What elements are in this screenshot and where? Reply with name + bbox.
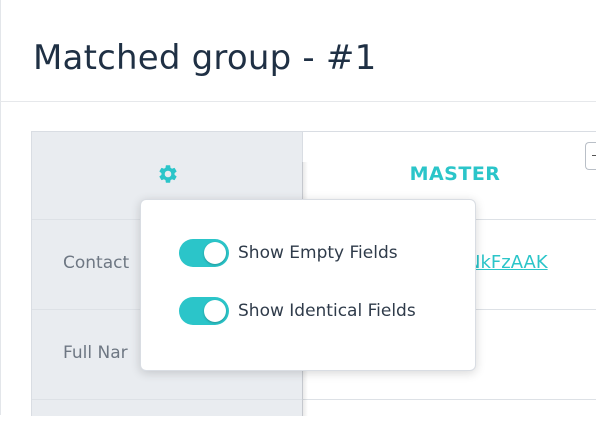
toggle-switch[interactable] <box>179 297 229 325</box>
left-divider <box>0 0 1 415</box>
toggle-label: Show Empty Fields <box>238 243 398 263</box>
show-empty-fields-toggle[interactable]: Show Empty Fields <box>179 238 398 268</box>
master-record-link[interactable]: NkFzAAK <box>467 252 548 273</box>
toggle-knob <box>204 242 226 264</box>
show-identical-fields-toggle[interactable]: Show Identical Fields <box>179 296 416 326</box>
gear-icon <box>157 163 179 189</box>
toggle-knob <box>204 300 226 322</box>
settings-button[interactable] <box>152 163 184 189</box>
master-column-header: MASTER <box>409 163 501 185</box>
minus-icon <box>592 155 596 156</box>
page-title: Matched group - #1 <box>33 38 377 78</box>
toggle-label: Show Identical Fields <box>238 301 416 321</box>
toggle-switch[interactable] <box>179 239 229 267</box>
title-divider <box>0 101 596 102</box>
row-label-contact: Contact <box>63 253 130 273</box>
settings-popover: Show Empty Fields Show Identical Fields <box>140 199 476 371</box>
row-label-full-name: Full Nar <box>63 343 128 363</box>
column-menu-button[interactable] <box>585 142 596 170</box>
